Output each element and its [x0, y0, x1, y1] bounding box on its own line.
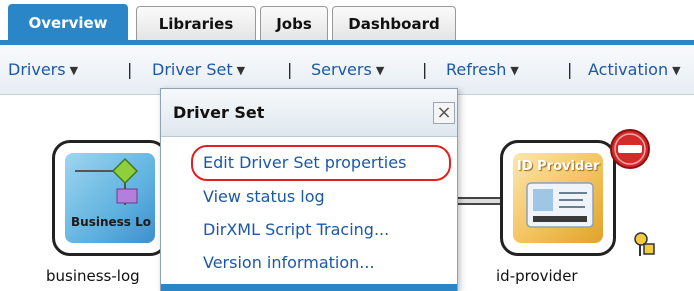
tab-dashboard[interactable]: Dashboard	[332, 6, 456, 42]
menu-driver-set-label: Driver Set	[152, 60, 233, 79]
close-icon[interactable]: ×	[433, 102, 455, 124]
stop-icon	[610, 129, 650, 169]
flowchart-icon	[75, 157, 139, 205]
node-label-business-logic[interactable]: business-log	[46, 267, 140, 285]
menu-separator: |	[127, 60, 133, 79]
driver-node-id-provider[interactable]: ID Provider	[500, 140, 616, 256]
popup-title: Driver Set	[173, 103, 265, 122]
menu-item-version-information[interactable]: Version information...	[203, 253, 375, 272]
menu-refresh[interactable]: Refresh ▼	[446, 60, 519, 79]
tab-bar: Overview Libraries Jobs Dashboard	[0, 0, 694, 42]
driver-status-icon[interactable]	[632, 230, 658, 258]
driver-set-popup-menu: Driver Set × Edit Driver Set properties …	[160, 88, 458, 291]
menu-item-dirxml-script-tracing[interactable]: DirXML Script Tracing...	[203, 220, 389, 239]
caret-down-icon: ▼	[672, 64, 681, 77]
menu-drivers-label: Drivers	[8, 60, 66, 79]
tab-jobs[interactable]: Jobs	[260, 6, 328, 42]
menu-activation[interactable]: Activation ▼	[588, 60, 681, 79]
menu-separator: |	[567, 60, 573, 79]
tab-libraries[interactable]: Libraries	[136, 6, 256, 42]
id-provider-image-text: ID Provider	[517, 159, 600, 174]
caret-down-icon: ▼	[375, 64, 385, 77]
menu-driver-set[interactable]: Driver Set ▼	[152, 60, 245, 79]
caret-down-icon: ▼	[510, 64, 519, 77]
popup-bottom-bar	[161, 284, 457, 291]
business-logic-driver-icon: Business Lo	[65, 153, 155, 243]
menu-separator: |	[422, 60, 428, 79]
id-provider-driver-icon: ID Provider	[513, 153, 603, 243]
menu-separator: |	[287, 60, 293, 79]
driver-node-business-logic[interactable]: Business Lo	[52, 140, 168, 256]
node-label-id-provider[interactable]: id-provider	[496, 267, 578, 285]
menu-item-edit-driver-set-properties[interactable]: Edit Driver Set properties	[203, 153, 406, 172]
menu-servers[interactable]: Servers ▼	[311, 60, 384, 79]
tab-overview[interactable]: Overview	[8, 4, 128, 42]
connector-line	[456, 197, 502, 205]
caret-down-icon: ▼	[69, 64, 79, 77]
menu-refresh-label: Refresh	[446, 60, 507, 79]
menu-servers-label: Servers	[311, 60, 372, 79]
menu-drivers[interactable]: Drivers ▼	[8, 60, 78, 79]
business-logic-image-text: Business Lo	[71, 215, 151, 229]
caret-down-icon: ▼	[236, 64, 246, 77]
menu-item-view-status-log[interactable]: View status log	[203, 187, 325, 206]
popup-header: Driver Set ×	[161, 89, 457, 137]
menu-activation-label: Activation	[588, 60, 669, 79]
